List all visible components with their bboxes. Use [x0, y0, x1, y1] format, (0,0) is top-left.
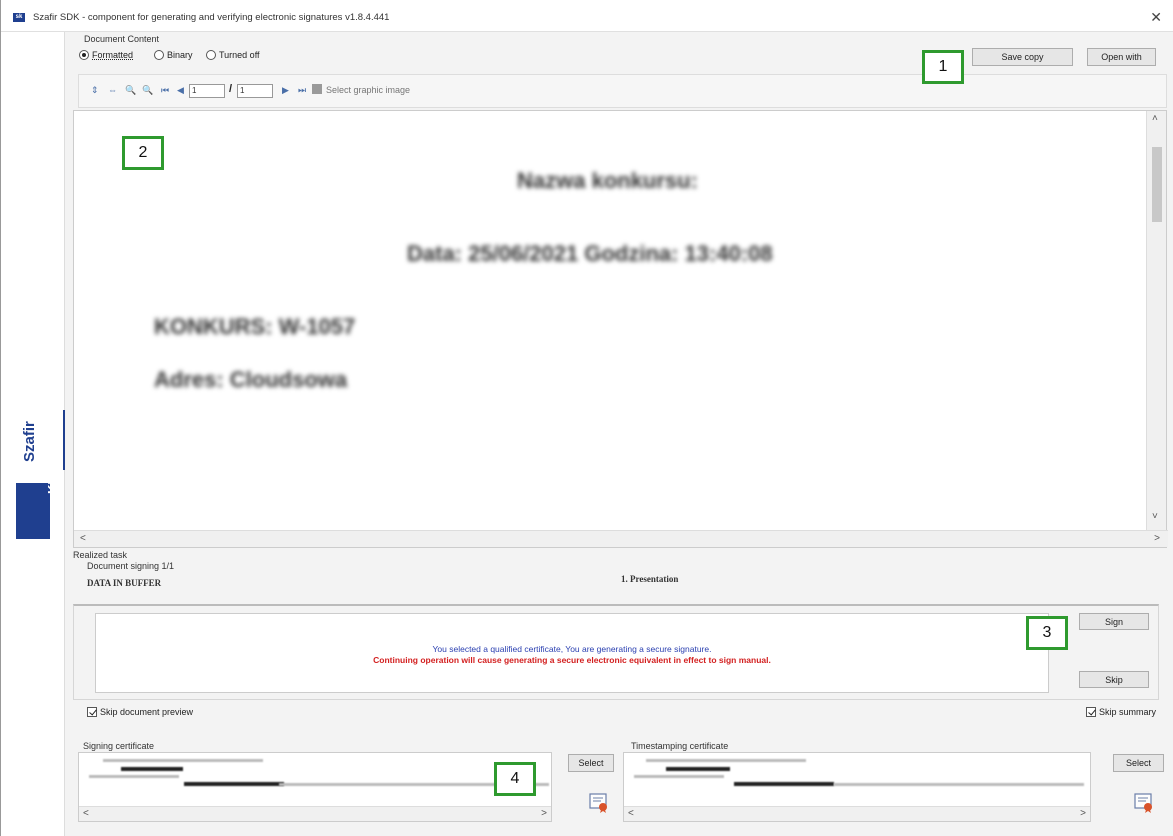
prev-page-icon[interactable]: ◀	[177, 85, 184, 96]
last-page-icon[interactable]: ⏭	[298, 85, 306, 96]
realized-task-panel: Realized task Document signing 1/1 DATA …	[73, 550, 1167, 732]
certificate-icon[interactable]	[588, 792, 610, 814]
preview-line: Adres: Cloudsowa	[154, 367, 348, 392]
scrollbar-thumb[interactable]	[1152, 147, 1162, 222]
annotation-marker-1: 1	[922, 50, 964, 84]
document-content-label: Document Content	[84, 34, 160, 44]
signing-cert-hscrollbar[interactable]: < >	[79, 806, 551, 821]
fit-height-icon[interactable]: ⇕	[91, 85, 99, 96]
signing-certificate-label: Signing certificate	[83, 741, 155, 751]
window-title: Szafir SDK - component for generating an…	[33, 12, 390, 23]
sign-button[interactable]: Sign	[1079, 613, 1149, 630]
current-page-input[interactable]: 1	[189, 84, 225, 98]
signing-progress: Document signing 1/1	[87, 561, 175, 571]
scroll-left-icon[interactable]: <	[80, 533, 86, 544]
scroll-right-icon[interactable]: >	[541, 808, 547, 819]
realized-task-label: Realized task	[73, 550, 128, 560]
scroll-right-icon[interactable]: >	[1154, 533, 1160, 544]
warning-message: Continuing operation will cause generati…	[373, 655, 771, 665]
select-graphic-label[interactable]: Select graphic image	[326, 85, 410, 95]
annotation-marker-2: 2	[122, 136, 164, 170]
annotation-marker-3: 3	[1026, 616, 1068, 650]
redacted-text	[666, 767, 730, 771]
scroll-left-icon[interactable]: <	[83, 808, 89, 819]
kir-logo: KIR.	[16, 468, 60, 539]
radio-formatted-label: Formatted	[92, 50, 134, 60]
viewer-vertical-scrollbar[interactable]: ˄ ˅	[1146, 111, 1166, 531]
sidebar: Szafir KIR.	[1, 32, 65, 836]
zoom-out-icon[interactable]: 🔍	[142, 85, 153, 96]
skip-summary-checkbox[interactable]: Skip summary	[1086, 707, 1156, 717]
radio-turned-off-dot[interactable]	[206, 50, 216, 60]
first-page-icon[interactable]: ⏮	[161, 85, 169, 96]
skip-button[interactable]: Skip	[1079, 671, 1149, 688]
redacted-text	[646, 759, 806, 762]
save-copy-button[interactable]: Save copy	[972, 48, 1073, 66]
brand-szafir-label: Szafir	[21, 421, 38, 462]
redacted-text	[734, 782, 834, 786]
document-page: Nazwa konkursu: Data: 25/06/2021 Godzina…	[97, 116, 1132, 516]
viewer-horizontal-scrollbar[interactable]: < >	[74, 530, 1168, 547]
radio-binary-label: Binary	[167, 50, 193, 60]
kir-logo-text: KIR.	[45, 468, 60, 494]
zoom-in-icon[interactable]: 🔍	[125, 85, 136, 96]
redacted-text	[121, 767, 183, 771]
title-bar: sk Szafir SDK - component for generating…	[1, 0, 1173, 32]
app-icon: sk	[13, 13, 25, 22]
redacted-text	[634, 775, 724, 778]
select-graphic-icon[interactable]	[312, 84, 322, 94]
application-window: sk Szafir SDK - component for generating…	[0, 0, 1173, 836]
radio-binary-dot[interactable]	[154, 50, 164, 60]
next-page-icon[interactable]: ▶	[282, 85, 289, 96]
skip-preview-checkbox[interactable]: Skip document preview	[87, 707, 193, 717]
skip-preview-box[interactable]	[87, 707, 97, 717]
select-signing-cert-button[interactable]: Select	[568, 754, 614, 772]
task-status: DATA IN BUFFER	[87, 578, 162, 588]
scroll-left-icon[interactable]: <	[628, 808, 634, 819]
certificate-icon[interactable]	[1133, 792, 1155, 814]
skip-preview-label: Skip document preview	[100, 707, 194, 717]
radio-binary[interactable]: Binary	[154, 50, 193, 60]
radio-turned-off[interactable]: Turned off	[206, 50, 260, 60]
info-message: You selected a qualified certificate, Yo…	[432, 644, 712, 654]
radio-formatted-dot[interactable]	[79, 50, 89, 60]
annotation-marker-4: 4	[494, 762, 536, 796]
scroll-down-icon[interactable]: ˅	[1152, 511, 1158, 522]
scroll-right-icon[interactable]: >	[1080, 808, 1086, 819]
fit-width-icon[interactable]: ⇔	[108, 85, 117, 95]
timestamping-certificate-label: Timestamping certificate	[631, 741, 729, 751]
redacted-text	[184, 782, 284, 786]
skip-summary-label: Skip summary	[1099, 707, 1157, 717]
redacted-text	[834, 783, 1084, 786]
timestamp-cert-hscrollbar[interactable]: < >	[624, 806, 1090, 821]
task-step: 1. Presentation	[621, 574, 679, 584]
total-pages-field: 1	[237, 84, 273, 98]
redacted-text	[89, 775, 179, 778]
preview-line: Data: 25/06/2021 Godzina: 13:40:08	[407, 241, 773, 266]
document-viewer[interactable]: Nazwa konkursu: Data: 25/06/2021 Godzina…	[73, 110, 1168, 548]
preview-line: Nazwa konkursu:	[517, 168, 698, 193]
signature-message-box: You selected a qualified certificate, Yo…	[95, 613, 1049, 693]
timestamping-certificate-box[interactable]: < >	[623, 752, 1091, 822]
viewer-toolbar: ⇕ ⇔ 🔍 🔍 ⏮ ◀ 1 / 1 ▶ ⏭ Select graphic ima…	[78, 74, 1167, 108]
close-icon[interactable]: ✕	[1150, 9, 1162, 26]
preview-line: KONKURS: W-1057	[154, 314, 356, 339]
scroll-up-icon[interactable]: ˄	[1152, 113, 1158, 124]
radio-turned-off-label: Turned off	[219, 50, 260, 60]
open-with-button[interactable]: Open with	[1087, 48, 1156, 66]
redacted-text	[103, 759, 263, 762]
radio-formatted[interactable]: Formatted	[79, 50, 133, 60]
page-separator: /	[229, 83, 233, 95]
signing-certificate-box[interactable]: < >	[78, 752, 552, 822]
skip-summary-box[interactable]	[1086, 707, 1096, 717]
select-timestamp-cert-button[interactable]: Select	[1113, 754, 1164, 772]
main-panel: Document Content Formatted Binary Turned…	[65, 32, 1173, 836]
